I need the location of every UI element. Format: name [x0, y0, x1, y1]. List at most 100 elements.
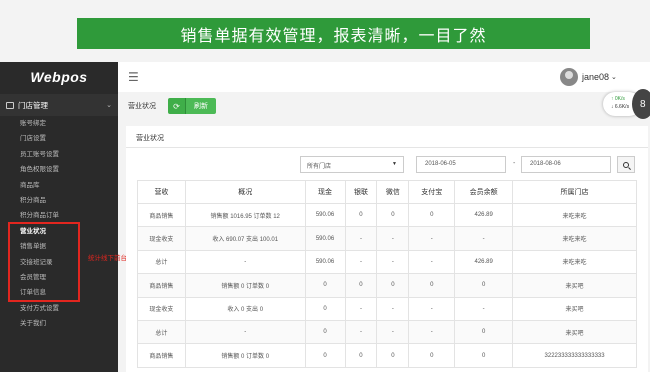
sidebar-item[interactable]: 关于我们: [0, 316, 118, 331]
sidebar-item[interactable]: 商品库: [0, 178, 118, 193]
table-cell: 商品销售: [137, 343, 186, 368]
column-header: 支付宝: [408, 180, 456, 204]
table-cell: 来吃来吃: [512, 226, 637, 251]
sidebar-item[interactable]: 员工账号设置: [0, 147, 118, 162]
panel-title: 营业状况: [136, 135, 164, 142]
table-cell: 来买吧: [512, 296, 637, 321]
filter-bar: 所有门店 ▼ 2018-06-05 - 2018-08-06: [126, 156, 648, 174]
table-cell: 总计: [137, 249, 186, 275]
store-icon: [6, 101, 14, 109]
table-cell: -: [184, 319, 306, 345]
table-cell: 426.89: [454, 249, 514, 275]
table-cell: -: [454, 296, 514, 321]
table-cell: 0: [344, 202, 378, 228]
table-cell: 现金收支: [137, 296, 186, 321]
table-cell: 426.89: [454, 202, 514, 228]
divider: [126, 147, 648, 148]
table-cell: 销售额 1016.95 订单数 12: [184, 202, 306, 228]
sidebar-item[interactable]: 账号绑定: [0, 116, 118, 131]
table-cell: 销售额 0 订单数 0: [184, 343, 306, 368]
sidebar-group-label: 门店管理: [18, 100, 48, 110]
table-cell: 0: [344, 273, 378, 298]
table-row: 总计 -590.06- - -426.89 来吃来吃: [137, 249, 637, 275]
speed-badge[interactable]: 8: [632, 89, 650, 119]
table-cell: 0: [304, 296, 346, 321]
username: jane08: [582, 72, 610, 82]
table-row: 现金收支 收入 0 支出 0 0- - - - 来买吧: [137, 296, 637, 321]
sidebar-group-store-management[interactable]: 门店管理 ⌄: [0, 94, 118, 116]
toolbar: 营业状况 ⟳ 刷新: [118, 92, 598, 120]
promo-banner: 销售单据有效管理，报表清晰，一目了然: [77, 18, 590, 49]
search-button[interactable]: [617, 156, 635, 173]
business-table: 营收 概况 现金 银联 微信 支付宝 会员余额 所属门店 商品销售 销售额 1016.95 订单…: [137, 180, 637, 368]
table-cell: 0: [454, 273, 514, 298]
column-header: 所属门店: [512, 180, 637, 204]
column-header: 银联: [344, 180, 378, 204]
highlight-box: [8, 222, 80, 302]
table-cell: -: [454, 226, 514, 251]
table-cell: 0: [344, 343, 378, 368]
start-date-input[interactable]: 2018-06-05: [416, 156, 506, 173]
table-cell: -: [376, 226, 410, 251]
refresh-label: 刷新: [186, 98, 216, 114]
table-cell: 0: [454, 343, 514, 368]
table-cell: -: [408, 249, 456, 275]
menu-toggle-icon[interactable]: ☰: [128, 70, 139, 84]
table-cell: -: [408, 296, 456, 321]
table-cell: -: [344, 249, 378, 275]
table-cell: 0: [408, 343, 456, 368]
sidebar-item[interactable]: 支付方式设置: [0, 301, 118, 316]
sidebar: Webpos 门店管理 ⌄ 账号绑定 门店设置 员工账号设置 角色权限设置 商品库 积分商…: [0, 62, 118, 372]
table-cell: 商品销售: [137, 202, 186, 228]
app-logo: Webpos: [30, 69, 88, 85]
table-cell: 来吃来吃: [512, 249, 637, 275]
table-cell: 总计: [137, 319, 186, 345]
table-cell: -: [376, 319, 410, 345]
sidebar-item[interactable]: 门店设置: [0, 131, 118, 146]
table-cell: -: [184, 249, 306, 275]
table-cell: 0: [408, 202, 456, 228]
table-cell: 0: [304, 343, 346, 368]
table-cell: -: [376, 249, 410, 275]
table-cell: 收入 0 支出 0: [184, 296, 306, 321]
page-title: 营业状况: [128, 103, 156, 110]
avatar: [560, 68, 578, 86]
table-row: 总计 -0- - -0 来买吧: [137, 319, 637, 345]
table-cell: 0: [376, 202, 410, 228]
refresh-button[interactable]: ⟳ 刷新: [168, 98, 216, 114]
table-cell: 0: [376, 343, 410, 368]
sidebar-item[interactable]: 积分商品: [0, 193, 118, 208]
table-cell: 现金收支: [137, 226, 186, 251]
column-header: 概况: [184, 180, 306, 204]
table-row: 现金收支 收入 690.07 支出 100.01 590.06- - - - 来吃来吃: [137, 226, 637, 251]
date-separator: -: [513, 160, 516, 167]
table-cell: 销售额 0 订单数 0: [184, 273, 306, 298]
user-menu[interactable]: jane08 ⌄: [560, 68, 617, 86]
table-cell: 590.06: [304, 249, 346, 275]
table-cell: -: [344, 319, 378, 345]
column-header: 会员余额: [454, 180, 514, 204]
sidebar-item[interactable]: 角色权限设置: [0, 162, 118, 177]
table-cell: 来吃来吃: [512, 202, 637, 228]
table-cell: 590.06: [304, 226, 346, 251]
business-status-panel: 营业状况 所有门店 ▼ 2018-06-05 - 2018-08-06 营收 概况…: [126, 126, 648, 372]
table-cell: 收入 690.07 支出 100.01: [184, 226, 306, 251]
table-cell: 0: [304, 273, 346, 298]
column-header: 营收: [137, 180, 186, 204]
store-select-value: 所有门店: [307, 164, 332, 170]
table-row: 商品销售 销售额 0 订单数 0 0 0 0 0 0 322233333333333333: [137, 343, 637, 368]
caret-down-icon: ▼: [392, 161, 397, 167]
table-cell: 322233333333333333: [512, 343, 637, 368]
table-cell: 来买吧: [512, 319, 637, 345]
table-cell: 0: [408, 273, 456, 298]
table-cell: 来买吧: [512, 273, 637, 298]
table-cell: 0: [376, 273, 410, 298]
table-cell: -: [344, 296, 378, 321]
store-select[interactable]: 所有门店 ▼: [300, 156, 404, 173]
table-cell: -: [408, 226, 456, 251]
column-header: 现金: [304, 180, 346, 204]
table-header-row: 营收 概况 现金 银联 微信 支付宝 会员余额 所属门店: [137, 180, 637, 204]
table-cell: -: [344, 226, 378, 251]
end-date-input[interactable]: 2018-08-06: [521, 156, 611, 173]
table-cell: 商品销售: [137, 273, 186, 298]
